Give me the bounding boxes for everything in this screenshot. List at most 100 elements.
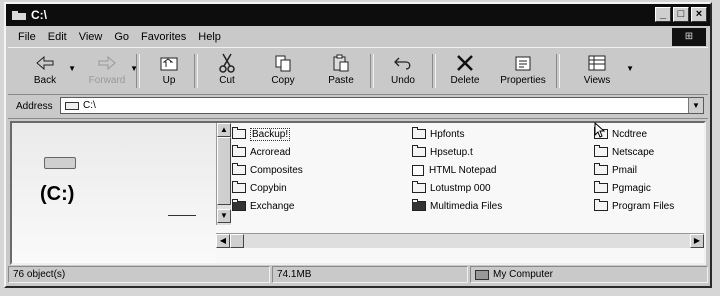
file-name: Pgmagic [612, 182, 651, 194]
maximize-button[interactable]: □ [673, 7, 689, 22]
undo-label: Undo [391, 75, 415, 86]
folder-icon [12, 10, 26, 20]
status-size: 74.1MB [272, 266, 468, 283]
up-button[interactable]: Up [140, 52, 198, 86]
folder-icon [412, 181, 426, 193]
file-name: Exchange [250, 200, 295, 212]
close-button[interactable]: × [691, 7, 707, 22]
file-item[interactable]: Acroread [232, 143, 291, 161]
folder-content: (C:) ▲ ▼ Backup! Acroread Composites Cop… [10, 121, 706, 265]
properties-icon [494, 52, 552, 74]
address-input[interactable]: C:\ ▼ [60, 97, 704, 114]
file-item[interactable]: Exchange [232, 197, 294, 215]
scroll-thumb-horizontal[interactable] [230, 234, 244, 248]
copy-label: Copy [271, 75, 295, 86]
scroll-up-button[interactable]: ▲ [217, 123, 231, 137]
address-value: C:\ [83, 100, 96, 111]
scroll-left-button[interactable]: ◀ [216, 234, 230, 248]
copy-button[interactable]: Copy [254, 52, 312, 86]
address-label: Address [16, 100, 53, 112]
forward-button[interactable]: Forward ▼ [78, 52, 138, 86]
forward-arrow-icon [78, 52, 136, 74]
cut-button[interactable]: Cut [198, 52, 256, 86]
file-name: Hpsetup.t [430, 146, 473, 158]
scroll-right-button[interactable]: ▶ [690, 234, 704, 248]
back-arrow-icon [16, 52, 74, 74]
undo-icon [374, 52, 432, 74]
folder-icon [412, 145, 426, 157]
file-name: HTML Notepad [429, 164, 497, 176]
menu-view[interactable]: View [73, 31, 109, 43]
paste-label: Paste [328, 75, 354, 86]
file-item[interactable]: Copybin [232, 179, 287, 197]
file-name: Netscape [612, 146, 655, 158]
folder-icon [594, 163, 608, 175]
windows-logo-icon: ⊞ [672, 28, 706, 46]
file-item[interactable]: Multimedia Files [412, 197, 502, 215]
menu-help[interactable]: Help [192, 31, 227, 43]
my-computer-icon [475, 269, 489, 280]
file-name: Lotustmp 000 [430, 182, 491, 194]
file-name: Copybin [250, 182, 287, 194]
up-label: Up [162, 75, 176, 86]
file-item[interactable]: Backup! [232, 125, 291, 143]
window-controls: _ □ × [655, 7, 707, 22]
menu-favorites[interactable]: Favorites [135, 31, 192, 43]
web-view-pane: (C:) [12, 123, 216, 263]
scissors-icon [198, 52, 256, 74]
back-button[interactable]: Back ▼ [16, 52, 76, 86]
cut-label: Cut [219, 75, 235, 86]
file-name: Multimedia Files [430, 200, 503, 212]
file-item[interactable]: Lotustmp 000 [412, 179, 491, 197]
notepad-app-icon [412, 164, 424, 176]
menu-file[interactable]: File [12, 31, 42, 43]
file-item[interactable]: Pgmagic [594, 179, 651, 197]
folder-icon [594, 181, 608, 193]
file-item[interactable]: Pmail [594, 161, 637, 179]
back-label: Back [33, 75, 57, 86]
file-name: Backup! [250, 127, 291, 141]
delete-label: Delete [450, 75, 480, 86]
file-item[interactable]: Hpsetup.t [412, 143, 473, 161]
file-name: Ncdtree [612, 128, 648, 140]
title-bar[interactable]: C:\ _ □ × [6, 4, 710, 26]
folder-icon [232, 163, 246, 175]
window-title: C:\ [31, 8, 47, 22]
horizontal-scrollbar[interactable]: ◀ ▶ [216, 233, 704, 248]
back-dropdown-icon[interactable]: ▼ [68, 64, 76, 73]
divider [168, 215, 196, 216]
file-name: Pmail [612, 164, 638, 176]
file-item[interactable]: Hpfonts [412, 125, 464, 143]
paste-icon [312, 52, 370, 74]
status-object-count: 76 object(s) [8, 266, 270, 283]
undo-button[interactable]: Undo [374, 52, 432, 86]
properties-button[interactable]: Properties [494, 52, 552, 86]
file-item[interactable]: Netscape [594, 143, 654, 161]
views-button[interactable]: Views ▼ [568, 52, 634, 86]
views-dropdown-icon[interactable]: ▼ [626, 64, 634, 73]
minimize-button[interactable]: _ [655, 7, 671, 22]
file-name: Acroread [250, 146, 291, 158]
paste-button[interactable]: Paste [312, 52, 370, 86]
folder-icon [594, 145, 608, 157]
folder-icon [232, 199, 246, 211]
menu-edit[interactable]: Edit [42, 31, 73, 43]
scroll-down-button[interactable]: ▼ [217, 209, 231, 223]
properties-label: Properties [500, 75, 546, 86]
file-item[interactable]: HTML Notepad [412, 161, 496, 179]
vertical-scrollbar[interactable]: ▲ ▼ [216, 123, 231, 225]
file-name: Hpfonts [430, 128, 465, 140]
folder-icon [232, 181, 246, 193]
file-item[interactable]: Program Files [594, 197, 674, 215]
folder-icon [412, 127, 426, 139]
file-item[interactable]: Composites [232, 161, 303, 179]
address-dropdown-button[interactable]: ▼ [688, 98, 703, 113]
delete-button[interactable]: Delete [436, 52, 494, 86]
menu-bar: File Edit View Go Favorites Help [6, 27, 710, 47]
status-zone: My Computer [470, 266, 708, 283]
toolbar-separator [556, 54, 560, 88]
hard-drive-icon [44, 157, 76, 169]
menu-go[interactable]: Go [108, 31, 135, 43]
forward-label: Forward [88, 75, 126, 86]
scroll-thumb[interactable] [217, 137, 231, 205]
